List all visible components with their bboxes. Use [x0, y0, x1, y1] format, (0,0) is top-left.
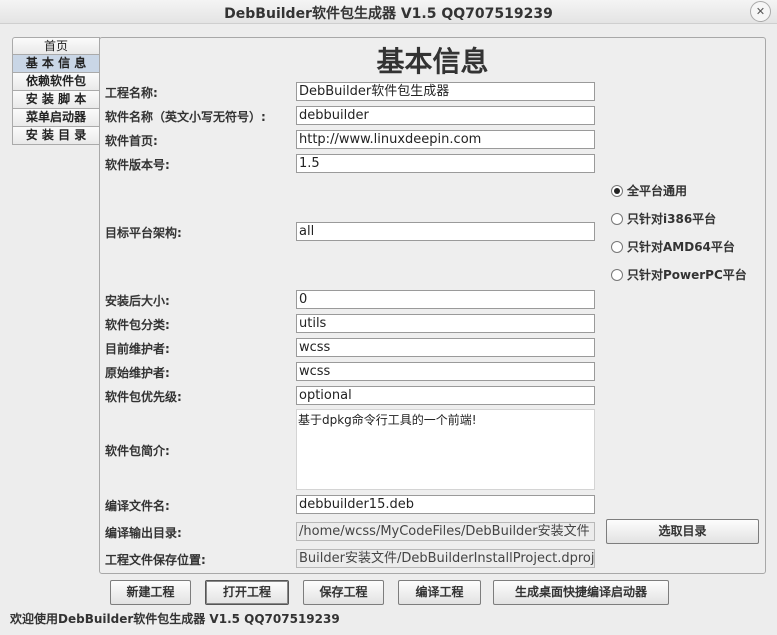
radio-empty-icon [611, 213, 623, 225]
original-maintainer-label: 原始维护者: [105, 366, 170, 380]
arch-field[interactable]: all [296, 222, 595, 241]
page-title: 基本信息 [376, 45, 489, 78]
project-name-field[interactable]: DebBuilder软件包生成器 [296, 82, 595, 101]
tab-install-scripts[interactable]: 安 装 脚 本 [12, 91, 100, 109]
tab-home[interactable]: 首页 [12, 37, 100, 55]
package-name-label: 软件名称（英文小写无符号）: [105, 110, 266, 124]
version-field[interactable]: 1.5 [296, 154, 595, 173]
arch-label: 目标平台架构: [105, 226, 182, 240]
description-textarea[interactable]: 基于dpkg命令行工具的一个前端! [296, 409, 595, 490]
priority-label: 软件包优先级: [105, 390, 182, 404]
homepage-field[interactable]: http://www.linuxdeepin.com [296, 130, 595, 149]
tab-install-directory[interactable]: 安 装 目 录 [12, 127, 100, 145]
tab-menu-launcher[interactable]: 菜单启动器 [12, 109, 100, 127]
project-path-label: 工程文件保存位置: [105, 553, 206, 567]
description-label: 软件包简介: [105, 444, 170, 458]
new-project-button[interactable]: 新建工程 [110, 580, 191, 605]
radio-selected-icon [611, 185, 623, 197]
radio-empty-icon [611, 241, 623, 253]
radio-empty-icon [611, 269, 623, 281]
homepage-label: 软件首页: [105, 134, 158, 148]
tab-dependencies[interactable]: 依赖软件包 [12, 73, 100, 91]
section-label: 软件包分类: [105, 318, 170, 332]
output-file-label: 编译文件名: [105, 499, 170, 513]
package-name-field[interactable]: debbuilder [296, 106, 595, 125]
project-path-field[interactable]: Builder安装文件/DebBuilderInstallProject.dpr… [296, 549, 595, 568]
side-tab-bar: 首页 基 本 信 息 依赖软件包 安 装 脚 本 菜单启动器 安 装 目 录 [12, 37, 100, 145]
project-name-label: 工程名称: [105, 86, 158, 100]
open-project-button[interactable]: 打开工程 [205, 580, 289, 605]
output-dir-field[interactable]: /home/wcss/MyCodeFiles/DebBuilder安装文件 [296, 522, 595, 541]
original-maintainer-field[interactable]: wcss [296, 362, 595, 381]
output-dir-label: 编译输出目录: [105, 526, 182, 540]
priority-field[interactable]: optional [296, 386, 595, 405]
version-label: 软件版本号: [105, 158, 170, 172]
close-icon[interactable]: ✕ [750, 1, 771, 22]
output-file-field[interactable]: debbuilder15.deb [296, 495, 595, 514]
section-field[interactable]: utils [296, 314, 595, 333]
radio-powerpc[interactable]: 只针对PowerPC平台 [611, 266, 747, 283]
radio-amd64[interactable]: 只针对AMD64平台 [611, 238, 735, 255]
installed-size-label: 安装后大小: [105, 294, 170, 308]
build-project-button[interactable]: 编译工程 [398, 580, 481, 605]
window-title: DebBuilder软件包生成器 V1.5 QQ707519239 [224, 6, 553, 22]
save-project-button[interactable]: 保存工程 [303, 580, 384, 605]
radio-i386[interactable]: 只针对i386平台 [611, 210, 716, 227]
maintainer-label: 目前维护者: [105, 342, 170, 356]
maintainer-field[interactable]: wcss [296, 338, 595, 357]
radio-all-platforms[interactable]: 全平台通用 [611, 182, 687, 199]
installed-size-field[interactable]: 0 [296, 290, 595, 309]
title-bar: DebBuilder软件包生成器 V1.5 QQ707519239 ✕ [0, 0, 777, 24]
tab-basic-info[interactable]: 基 本 信 息 [12, 55, 100, 73]
status-bar-text: 欢迎使用DebBuilder软件包生成器 V1.5 QQ707519239 [10, 612, 340, 626]
create-launcher-button[interactable]: 生成桌面快捷编译启动器 [493, 580, 669, 605]
choose-directory-button[interactable]: 选取目录 [606, 519, 759, 544]
